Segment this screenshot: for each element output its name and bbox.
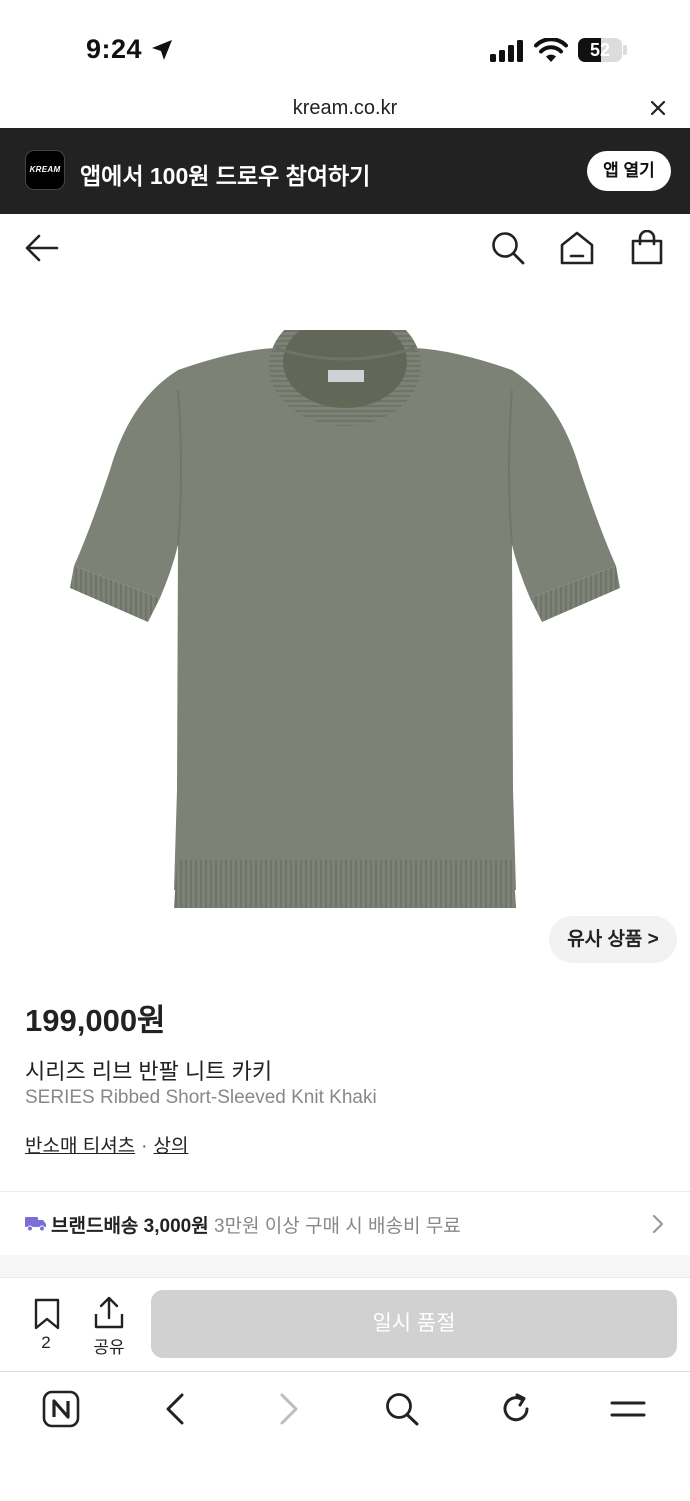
shipping-row[interactable]: 브랜드배송 3,000원 3만원 이상 구매 시 배송비 무료	[51, 1211, 461, 1238]
battery-tip	[623, 45, 627, 55]
category-separator: ·	[141, 1136, 148, 1157]
location-arrow-icon	[152, 40, 172, 60]
shipping-note: 3만원 이상 구매 시 배송비 무료	[214, 1216, 461, 1237]
wifi-icon	[534, 38, 568, 62]
bookmark-icon[interactable]	[33, 1298, 61, 1330]
open-app-button[interactable]: 앱 열기	[587, 151, 671, 191]
category-link-tops[interactable]: 상의	[154, 1136, 189, 1157]
browser-search-icon[interactable]	[384, 1390, 420, 1428]
browser-back-icon[interactable]	[160, 1390, 190, 1428]
truck-icon	[25, 1217, 46, 1232]
signal-icon	[490, 40, 523, 62]
shipping-label: 브랜드배송 3,000원	[51, 1216, 209, 1237]
category-breadcrumb: 반소매 티셔츠 · 상의	[25, 1131, 188, 1158]
kream-logo: KREAM	[25, 150, 65, 190]
battery-icon: 52	[578, 38, 622, 62]
battery-level: 52	[589, 40, 611, 60]
close-icon[interactable]	[648, 98, 668, 118]
neck-label	[328, 370, 364, 382]
url-bar[interactable]: kream.co.kr	[0, 97, 690, 120]
shirt-body	[74, 348, 616, 890]
chevron-right-icon[interactable]	[650, 1213, 666, 1235]
shopping-bag-icon[interactable]	[629, 230, 665, 266]
status-time: 9:24	[86, 34, 143, 64]
home-icon[interactable]	[558, 230, 596, 266]
banner-text[interactable]: 앱에서 100원 드로우 참여하기	[80, 157, 370, 191]
category-link-short-sleeve[interactable]: 반소매 티셔츠	[25, 1136, 135, 1157]
refresh-icon[interactable]	[498, 1390, 534, 1428]
browser-forward-icon	[280, 1393, 298, 1425]
share-icon[interactable]	[93, 1296, 125, 1330]
product-image[interactable]	[60, 330, 630, 920]
naver-icon[interactable]	[42, 1390, 80, 1428]
browser-toolbar	[0, 1371, 690, 1501]
back-arrow-icon[interactable]	[24, 230, 60, 266]
menu-icon[interactable]	[608, 1390, 648, 1428]
share-label: 공유	[93, 1338, 125, 1357]
divider	[0, 1191, 690, 1192]
bookmark-count: 2	[41, 1333, 51, 1352]
product-name-english: SERIES Ribbed Short-Sleeved Knit Khaki	[25, 1087, 377, 1108]
soldout-button[interactable]: 일시 품절	[151, 1290, 677, 1358]
product-name-korean: 시리즈 리브 반팔 니트 카키	[25, 1059, 273, 1084]
similar-products-button[interactable]: 유사 상품 >	[549, 916, 677, 963]
search-icon[interactable]	[490, 230, 526, 266]
section-gap	[0, 1255, 690, 1277]
product-price: 199,000원	[25, 1003, 166, 1038]
shirt-hem	[174, 860, 516, 908]
